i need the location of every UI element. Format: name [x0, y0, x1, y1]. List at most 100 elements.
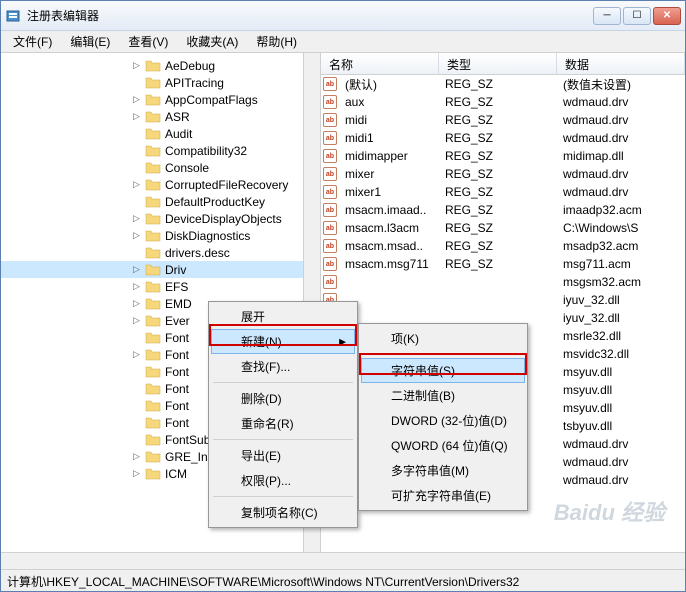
menu-item[interactable]: 展开: [211, 304, 355, 329]
tree-item[interactable]: ▷EFS: [1, 278, 320, 295]
list-row[interactable]: ab(默认)REG_SZ(数值未设置): [321, 75, 685, 93]
menu-view[interactable]: 查看(V): [120, 31, 176, 52]
expander-icon[interactable]: ▷: [131, 315, 142, 326]
reg-value-icon: ab: [321, 239, 339, 253]
list-row[interactable]: abmsgsm32.acm: [321, 273, 685, 291]
tree-item[interactable]: Compatibility32: [1, 142, 320, 159]
tree-item-label: AppCompatFlags: [165, 93, 258, 107]
expander-icon[interactable]: ▷: [131, 111, 142, 122]
tree-item-label: Font: [165, 399, 189, 413]
expander-icon[interactable]: [131, 145, 142, 156]
expander-icon[interactable]: ▷: [131, 468, 142, 479]
menu-item[interactable]: 多字符串值(M): [361, 458, 525, 483]
menu-item[interactable]: DWORD (32-位)值(D): [361, 408, 525, 433]
expander-icon[interactable]: [131, 196, 142, 207]
menu-item[interactable]: 复制项名称(C): [211, 500, 355, 525]
menu-item[interactable]: 导出(E): [211, 443, 355, 468]
expander-icon[interactable]: [131, 162, 142, 173]
expander-icon[interactable]: [131, 77, 142, 88]
list-row[interactable]: abmsacm.msad..REG_SZmsadp32.acm: [321, 237, 685, 255]
list-row[interactable]: abmsacm.l3acmREG_SZC:\Windows\S: [321, 219, 685, 237]
list-row[interactable]: abiyuv_32.dll: [321, 291, 685, 309]
tree-item[interactable]: DefaultProductKey: [1, 193, 320, 210]
list-row[interactable]: abmidi1REG_SZwdmaud.drv: [321, 129, 685, 147]
list-row[interactable]: abmixer1REG_SZwdmaud.drv: [321, 183, 685, 201]
menu-item[interactable]: 新建(N)▶: [211, 329, 355, 354]
cell-name: aux: [339, 94, 439, 110]
col-name[interactable]: 名称: [321, 53, 439, 74]
expander-icon[interactable]: ▷: [131, 298, 142, 309]
tree-item[interactable]: ▷AeDebug: [1, 57, 320, 74]
menu-item[interactable]: QWORD (64 位)值(Q): [361, 433, 525, 458]
list-row[interactable]: abauxREG_SZwdmaud.drv: [321, 93, 685, 111]
tree-item[interactable]: APITracing: [1, 74, 320, 91]
tree-item[interactable]: ▷DeviceDisplayObjects: [1, 210, 320, 227]
expander-icon[interactable]: ▷: [131, 60, 142, 71]
expander-icon[interactable]: ▷: [131, 179, 142, 190]
list-row[interactable]: abmidiREG_SZwdmaud.drv: [321, 111, 685, 129]
expander-icon[interactable]: [131, 417, 142, 428]
expander-icon[interactable]: [131, 383, 142, 394]
menu-item[interactable]: 项(K): [361, 326, 525, 351]
expander-icon[interactable]: [131, 434, 142, 445]
menu-favorites[interactable]: 收藏夹(A): [178, 31, 246, 52]
tree-item[interactable]: ▷Driv: [1, 261, 320, 278]
expander-icon[interactable]: ▷: [131, 94, 142, 105]
expander-icon[interactable]: [131, 128, 142, 139]
tree-item[interactable]: drivers.desc: [1, 244, 320, 261]
cell-type: [439, 281, 557, 283]
window-title: 注册表编辑器: [27, 7, 593, 24]
tree-item[interactable]: ▷ AppCompatFlags: [1, 91, 320, 108]
tree-item[interactable]: Audit: [1, 125, 320, 142]
menu-edit[interactable]: 编辑(E): [62, 31, 118, 52]
list-row[interactable]: abmsacm.imaad..REG_SZimaadp32.acm: [321, 201, 685, 219]
expander-icon[interactable]: [131, 366, 142, 377]
expander-icon[interactable]: [131, 247, 142, 258]
cell-data: iyuv_32.dll: [557, 292, 685, 308]
menu-item[interactable]: 重命名(R): [211, 411, 355, 436]
minimize-button[interactable]: ─: [593, 7, 621, 25]
menu-item[interactable]: 二进制值(B): [361, 383, 525, 408]
cell-name: msacm.imaad..: [339, 202, 439, 218]
menu-separator: [213, 496, 353, 497]
expander-icon[interactable]: [131, 332, 142, 343]
expander-icon[interactable]: ▷: [131, 451, 142, 462]
reg-value-icon: ab: [321, 95, 339, 109]
cell-data: iyuv_32.dll: [557, 310, 685, 326]
tree-item[interactable]: Console: [1, 159, 320, 176]
maximize-button[interactable]: ☐: [623, 7, 651, 25]
cell-data: msrle32.dll: [557, 328, 685, 344]
expander-icon[interactable]: ▷: [131, 264, 142, 275]
expander-icon[interactable]: ▷: [131, 349, 142, 360]
expander-icon[interactable]: ▷: [131, 230, 142, 241]
close-button[interactable]: ✕: [653, 7, 681, 25]
tree-item[interactable]: ▷DiskDiagnostics: [1, 227, 320, 244]
expander-icon[interactable]: [131, 400, 142, 411]
folder-icon: [145, 110, 161, 124]
folder-icon: [145, 331, 161, 345]
list-row[interactable]: abmsacm.msg711REG_SZmsg711.acm: [321, 255, 685, 273]
titlebar[interactable]: 注册表编辑器 ─ ☐ ✕: [1, 1, 685, 31]
cell-data: msyuv.dll: [557, 364, 685, 380]
menu-item[interactable]: 字符串值(S): [361, 358, 525, 383]
col-data[interactable]: 数据: [557, 53, 685, 74]
menu-item[interactable]: 权限(P)...: [211, 468, 355, 493]
list-row[interactable]: abmixerREG_SZwdmaud.drv: [321, 165, 685, 183]
expander-icon[interactable]: ▷: [131, 281, 142, 292]
menu-help[interactable]: 帮助(H): [248, 31, 305, 52]
folder-icon: [145, 76, 161, 90]
expander-icon[interactable]: ▷: [131, 213, 142, 224]
list-scrollbar-h[interactable]: [321, 552, 685, 569]
folder-icon: [145, 433, 161, 447]
col-type[interactable]: 类型: [439, 53, 557, 74]
list-row[interactable]: abmidimapperREG_SZmidimap.dll: [321, 147, 685, 165]
menu-item[interactable]: 可扩充字符串值(E): [361, 483, 525, 508]
menu-item[interactable]: 删除(D): [211, 386, 355, 411]
list-header: 名称 类型 数据: [321, 53, 685, 75]
tree-item[interactable]: ▷CorruptedFileRecovery: [1, 176, 320, 193]
tree-item-label: Ever: [165, 314, 190, 328]
tree-item[interactable]: ▷ASR: [1, 108, 320, 125]
menu-item[interactable]: 查找(F)...: [211, 354, 355, 379]
cell-type: [439, 317, 557, 319]
menu-file[interactable]: 文件(F): [5, 31, 60, 52]
